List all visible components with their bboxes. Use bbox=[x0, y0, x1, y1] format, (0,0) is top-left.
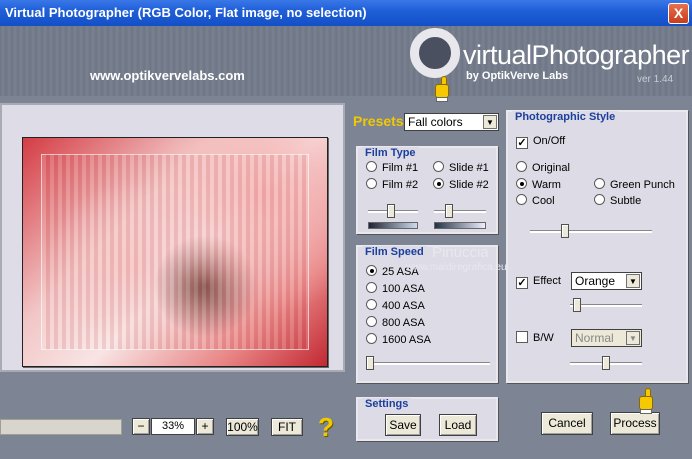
film-type-group: Film Type Film #1 Film #2 Slide #1 Slide… bbox=[356, 146, 498, 234]
logo-icon bbox=[410, 28, 460, 78]
radio-400-asa[interactable]: 400 ASA bbox=[366, 299, 425, 312]
radio-icon bbox=[366, 178, 377, 189]
check-icon: ✓ bbox=[516, 277, 528, 289]
radio-icon bbox=[516, 178, 527, 189]
logo-title: virtualPhotographer bbox=[463, 40, 690, 70]
help-icon[interactable]: ? bbox=[318, 412, 334, 443]
bw-dropdown[interactable]: Normal ▼ bbox=[571, 329, 642, 347]
title-bar: Virtual Photographer (RGB Color, Flat im… bbox=[0, 0, 692, 26]
presets-selected: Fall colors bbox=[408, 115, 463, 129]
bw-selected: Normal bbox=[575, 331, 614, 345]
save-button[interactable]: Save bbox=[385, 414, 421, 436]
photo-frame bbox=[41, 154, 309, 350]
header-banner: www.optikvervelabs.com virtualPhotograph… bbox=[0, 26, 692, 96]
film-gradient-bar bbox=[368, 222, 418, 229]
check-icon: ✓ bbox=[516, 137, 528, 149]
radio-slide-2[interactable]: Slide #2 bbox=[433, 178, 489, 191]
fit-button[interactable]: FIT bbox=[271, 418, 303, 436]
chevron-down-icon: ▼ bbox=[626, 274, 640, 288]
radio-icon bbox=[366, 265, 377, 276]
close-icon: X bbox=[673, 5, 684, 21]
process-button[interactable]: Process bbox=[610, 412, 660, 435]
progress-bar bbox=[0, 419, 122, 435]
speed-slider-thumb[interactable] bbox=[366, 356, 374, 370]
pointing-hand-icon bbox=[636, 388, 658, 414]
image-preview[interactable] bbox=[0, 103, 345, 372]
logo-subtitle: by OptikVerve Labs bbox=[466, 70, 569, 82]
bw-checkbox[interactable]: B/W bbox=[516, 331, 554, 344]
website-url: www.optikvervelabs.com bbox=[90, 68, 245, 83]
version-label: ver 1.44 bbox=[637, 74, 674, 85]
radio-film-1[interactable]: Film #1 bbox=[366, 161, 418, 174]
film-type-title: Film Type bbox=[362, 147, 419, 159]
presets-dropdown[interactable]: Fall colors ▼ bbox=[404, 113, 499, 131]
zoom-100-button[interactable]: 100% bbox=[226, 418, 259, 436]
radio-warm[interactable]: Warm bbox=[516, 178, 561, 191]
radio-original[interactable]: Original bbox=[516, 161, 570, 174]
film-speed-title: Film Speed bbox=[362, 246, 427, 258]
radio-film-2[interactable]: Film #2 bbox=[366, 178, 418, 191]
radio-icon bbox=[366, 333, 377, 344]
radio-icon bbox=[433, 178, 444, 189]
radio-1600-asa[interactable]: 1600 ASA bbox=[366, 333, 431, 346]
effect-slider-thumb[interactable] bbox=[573, 298, 582, 312]
settings-group: Settings Save Load bbox=[356, 397, 498, 441]
radio-green-punch[interactable]: Green Punch bbox=[594, 178, 675, 191]
zoom-level-field[interactable]: 33% bbox=[151, 418, 195, 435]
watermark-name: Pinuccia bbox=[432, 244, 489, 261]
slide-gradient-bar bbox=[434, 222, 486, 229]
zoom-out-button[interactable]: − bbox=[132, 418, 150, 435]
radio-100-asa[interactable]: 100 ASA bbox=[366, 282, 425, 295]
effect-checkbox[interactable]: ✓ Effect bbox=[516, 275, 561, 289]
chevron-down-icon: ▼ bbox=[483, 115, 497, 129]
onoff-checkbox[interactable]: ✓ On/Off bbox=[516, 135, 565, 149]
speed-slider-track[interactable] bbox=[366, 362, 490, 365]
style-slider-track[interactable] bbox=[530, 230, 652, 233]
photographic-style-group: Photographic Style ✓ On/Off Original Warm… bbox=[506, 110, 688, 383]
load-button[interactable]: Load bbox=[439, 414, 477, 436]
radio-icon bbox=[516, 194, 527, 205]
bw-slider-thumb[interactable] bbox=[602, 356, 610, 370]
radio-icon bbox=[366, 316, 377, 327]
radio-icon bbox=[594, 194, 605, 205]
watermark-site: www.maidiregrafica.eu bbox=[406, 262, 507, 273]
effect-dropdown[interactable]: Orange ▼ bbox=[571, 272, 642, 290]
check-icon bbox=[516, 331, 528, 343]
radio-800-asa[interactable]: 800 ASA bbox=[366, 316, 425, 329]
radio-icon bbox=[366, 299, 377, 310]
slide-slider-track[interactable] bbox=[434, 210, 486, 213]
radio-icon bbox=[433, 161, 444, 172]
close-button[interactable]: X bbox=[668, 3, 689, 24]
pointing-hand-icon bbox=[432, 76, 454, 102]
radio-subtle[interactable]: Subtle bbox=[594, 194, 641, 207]
presets-label: Presets bbox=[353, 113, 404, 129]
chevron-down-icon: ▼ bbox=[626, 331, 640, 345]
window-title: Virtual Photographer (RGB Color, Flat im… bbox=[5, 5, 367, 20]
slide-slider-thumb[interactable] bbox=[445, 204, 453, 218]
radio-slide-1[interactable]: Slide #1 bbox=[433, 161, 489, 174]
radio-icon bbox=[594, 178, 605, 189]
preview-photo bbox=[22, 137, 328, 367]
film-slider-thumb[interactable] bbox=[386, 204, 395, 218]
radio-icon bbox=[366, 161, 377, 172]
settings-title: Settings bbox=[362, 398, 412, 410]
style-slider-thumb[interactable] bbox=[560, 224, 569, 238]
radio-icon bbox=[516, 161, 527, 172]
radio-icon bbox=[366, 282, 377, 293]
radio-cool[interactable]: Cool bbox=[516, 194, 555, 207]
cancel-button[interactable]: Cancel bbox=[541, 412, 593, 435]
zoom-in-button[interactable]: + bbox=[196, 418, 214, 435]
photographic-style-title: Photographic Style bbox=[512, 111, 619, 123]
effect-selected: Orange bbox=[575, 274, 616, 288]
